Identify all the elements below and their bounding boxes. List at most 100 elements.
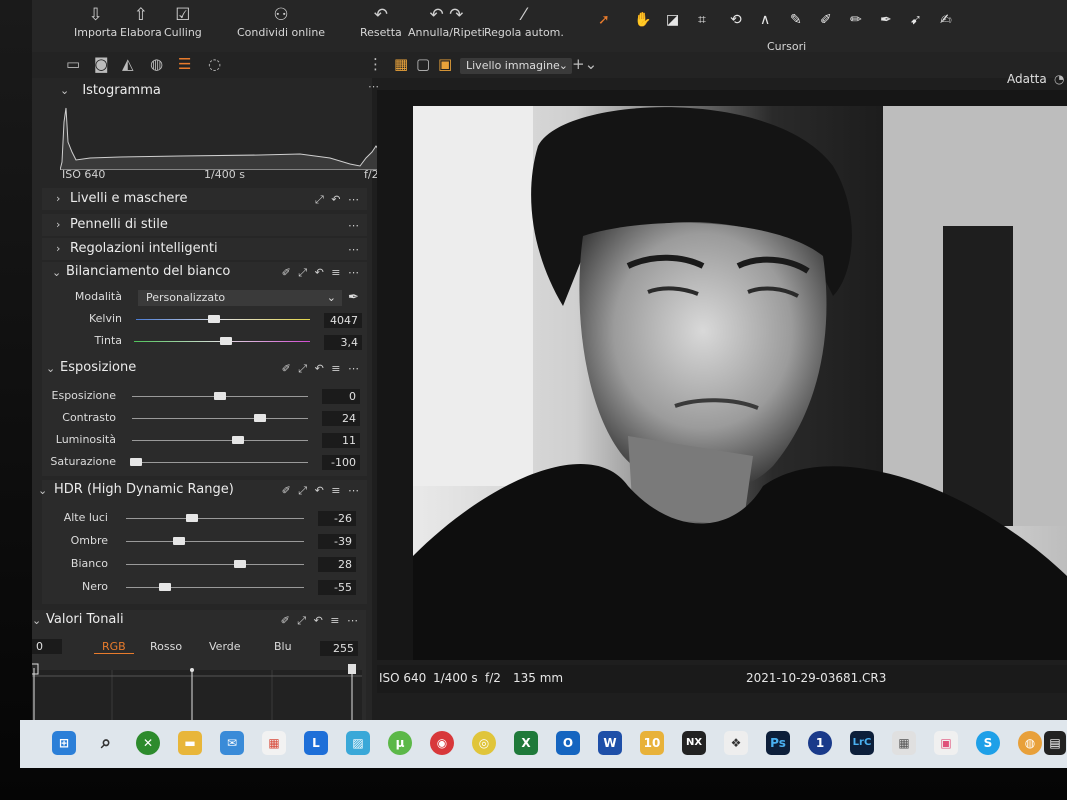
exposure-row-slider-track[interactable] [132,462,308,463]
hdr-row-slider-handle[interactable] [159,583,172,591]
xbox-icon[interactable]: ✕ [136,731,160,755]
eraser-icon[interactable]: ✐ [820,12,832,34]
gradient-icon[interactable]: ✏ [850,12,862,34]
details-icon[interactable]: ◌ [208,55,221,73]
globe-app-icon[interactable]: ◍ [1018,731,1042,755]
tint-slider-handle[interactable] [219,337,232,345]
exposure-row-value[interactable]: 11 [322,433,360,448]
hdr-row-slider-handle[interactable] [233,560,246,568]
chevron-down-icon[interactable]: ⌄ [32,614,41,627]
levels-tab-green[interactable]: Verde [209,640,241,653]
heal-icon[interactable]: ✒ [880,12,892,34]
exposure-row-slider-handle[interactable] [129,458,142,466]
proof-view-icon[interactable]: ▣ [438,55,452,73]
chevron-down-icon[interactable]: ⌄ [52,266,61,279]
reset-button[interactable]: ↶ Resetta [360,4,402,39]
section-tools-icon[interactable]: ✐ ⤢ ↶ ≡ ⋯ [282,266,361,280]
chevron-down-icon[interactable]: ⌄ [46,362,55,375]
app-grid-icon[interactable]: ▦ [892,731,916,755]
section-layers-masks[interactable]: › Livelli e maschere ⤢ ↶ ⋯ [42,188,367,210]
hdr-row-slider-handle[interactable] [185,514,198,522]
more-icon[interactable]: ⋯ [348,219,361,232]
levels-tab-blue[interactable]: Blu [274,640,292,653]
color-icon[interactable]: ◍ [150,55,163,73]
tint-value[interactable]: 3,4 [324,335,362,350]
outlook-icon[interactable]: O [556,731,580,755]
photos-icon[interactable]: ▨ [346,731,370,755]
culling-button[interactable]: ☑ Culling [164,4,202,39]
section-style-brushes[interactable]: › Pennelli di stile ⋯ [42,214,367,236]
fit-zoom-label[interactable]: Adatta [1007,72,1047,86]
section-tools-icon[interactable]: ✐ ⤢ ↶ ≡ ⋯ [282,484,361,498]
mail-icon[interactable]: ✉ [220,731,244,755]
start-icon[interactable]: ⊞ [52,731,76,755]
annotate-icon[interactable]: ✍ [940,12,952,34]
hdr-row-value[interactable]: 28 [318,557,356,572]
levels-min-value[interactable]: 0 [32,639,62,654]
auto-adjust-button[interactable]: ⁄ Regola autom. [484,4,564,39]
section-smart-adjustments[interactable]: › Regolazioni intelligenti ⋯ [42,238,367,260]
section-tools-icon[interactable]: ⤢ ↶ ⋯ [315,193,361,207]
kelvin-slider-track[interactable] [136,319,310,320]
darktable-icon[interactable]: ❖ [724,731,748,755]
skype-icon[interactable]: S [976,731,1000,755]
picker-icon[interactable]: ➹ [910,12,922,34]
utorrent-icon[interactable]: µ [388,731,412,755]
clapper-icon[interactable]: ▤ [1044,731,1066,755]
section-tools-icon[interactable]: ✐ ⤢ ↶ ≡ ⋯ [281,614,360,628]
share-online-button[interactable]: ⚇ Condividi online [237,4,325,39]
exposure-row-slider-track[interactable] [132,418,308,419]
levels-tab-rgb[interactable]: RGB [94,640,134,654]
exposure-row-slider-handle[interactable] [231,436,244,444]
rotate-icon[interactable]: ⟲ [730,12,742,34]
brush-icon[interactable]: ✎ [790,12,802,34]
exposure-row-slider-handle[interactable] [214,392,226,400]
viewer-icon[interactable]: ◪ [666,12,679,34]
photoshop-icon[interactable]: Ps [766,731,790,755]
hdr-row-value[interactable]: -39 [318,534,356,549]
wb-mode-select[interactable]: Personalizzato ⌄ [138,290,342,306]
chrome-icon[interactable]: ◎ [472,731,496,755]
more-icon[interactable]: ⋯ [348,243,361,256]
exposure-row-value[interactable]: 0 [322,389,360,404]
hdr-row-value[interactable]: -26 [318,511,356,526]
calendar-app-icon[interactable]: ▣ [934,731,958,755]
l-app-icon[interactable]: L [304,731,328,755]
comment-icon[interactable]: ◔ [1054,72,1064,86]
select-cursor-icon[interactable]: ➚ [598,12,610,34]
hdr-row-slider-track[interactable] [126,587,304,588]
exposure-row-slider-track[interactable] [132,440,308,441]
pan-hand-icon[interactable]: ✋ [634,12,651,34]
eyedropper-icon[interactable]: ✒ [348,290,359,305]
kelvin-value[interactable]: 4047 [324,313,362,328]
keystone-icon[interactable]: ∧ [760,12,770,34]
hdr-row-value[interactable]: -55 [318,580,356,595]
norton-icon[interactable]: ◉ [430,731,454,755]
app-10-icon[interactable]: 10 [640,731,664,755]
layer-select[interactable]: Livello immagine ⌄ [460,58,572,74]
exposure-row-slider-handle[interactable] [254,414,267,422]
exposure-row-value[interactable]: -100 [322,455,360,470]
more-vertical-icon[interactable]: ⋮ [368,55,383,73]
hdr-row-slider-track[interactable] [126,564,304,565]
nx-icon[interactable]: NX [682,731,706,755]
library-folder-icon[interactable]: ▭ [66,55,80,73]
adjustments-sliders-icon[interactable]: ☰ [178,55,191,73]
hdr-row-slider-handle[interactable] [173,537,186,545]
add-layer-icon[interactable]: +⌄ [572,55,597,73]
file-explorer-icon[interactable]: ▬ [178,731,202,755]
onepassword-icon[interactable]: 1 [808,731,832,755]
levels-tab-red[interactable]: Rosso [150,640,182,653]
levels-max-value[interactable]: 255 [320,641,358,656]
camera-icon[interactable]: ◙ [94,55,109,73]
kelvin-slider-handle[interactable] [208,315,221,323]
hdr-row-slider-track[interactable] [126,518,304,519]
exposure-row-value[interactable]: 24 [322,411,360,426]
grid-view-icon[interactable]: ▦ [394,55,408,73]
chevron-down-icon[interactable]: ⌄ [38,484,47,497]
excel-icon[interactable]: X [514,731,538,755]
import-button[interactable]: ⇩ Importa [74,4,117,39]
single-view-icon[interactable]: ▢ [416,55,430,73]
word-icon[interactable]: W [598,731,622,755]
histogram-header[interactable]: ⌄ Istogramma [60,79,161,98]
